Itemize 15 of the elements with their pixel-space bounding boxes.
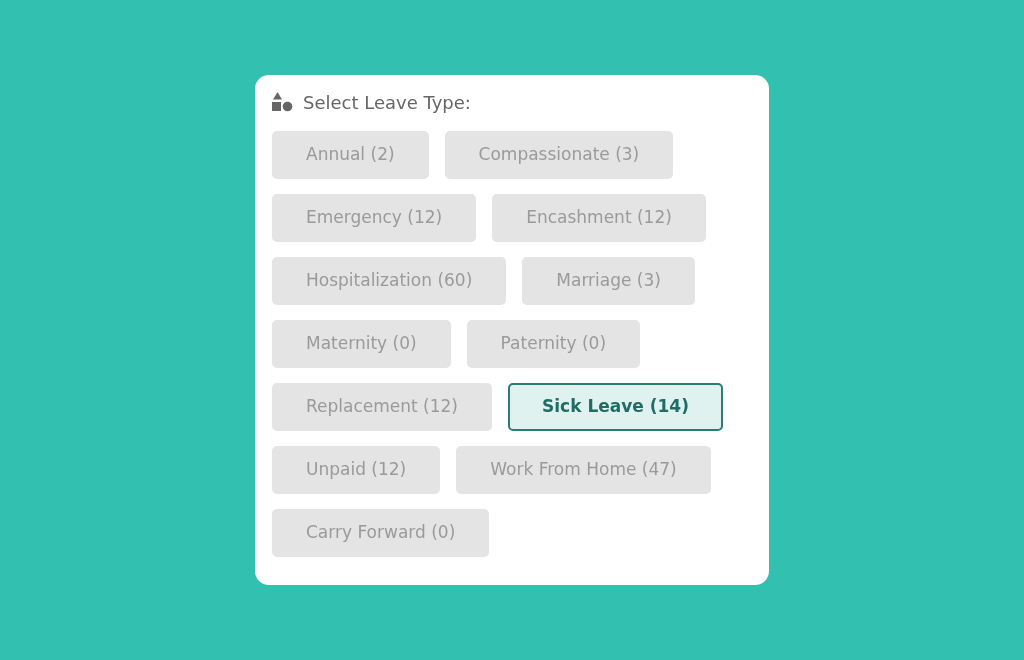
leave-type-button[interactable]: Maternity (0)	[272, 320, 451, 368]
leave-type-button[interactable]: Emergency (12)	[272, 194, 477, 242]
leave-type-button[interactable]: Encashment (12)	[492, 194, 706, 242]
leave-type-button[interactable]: Replacement (12)	[272, 383, 492, 431]
leave-type-button[interactable]: Marriage (3)	[522, 257, 695, 305]
leave-type-button[interactable]: Paternity (0)	[466, 320, 641, 368]
leave-type-button[interactable]: Work From Home (47)	[456, 446, 711, 494]
shapes-icon	[272, 92, 293, 112]
leave-type-button[interactable]: Unpaid (12)	[272, 446, 441, 494]
leave-type-button[interactable]: Carry Forward (0)	[272, 509, 490, 557]
leave-type-button[interactable]: Sick Leave (14)	[508, 383, 723, 431]
leave-type-button[interactable]: Compassionate (3)	[444, 131, 674, 179]
section-title: Select Leave Type:	[303, 90, 471, 115]
leave-type-button[interactable]: Hospitalization (60)	[272, 257, 507, 305]
leave-type-button[interactable]: Annual (2)	[272, 131, 429, 179]
